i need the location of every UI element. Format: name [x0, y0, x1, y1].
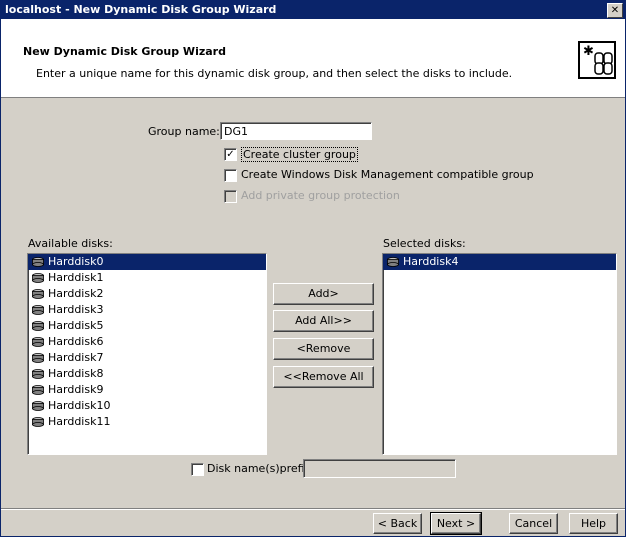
- next-button[interactable]: Next >: [430, 512, 482, 535]
- list-item[interactable]: Harddisk3: [28, 302, 266, 318]
- footer-separator: [1, 508, 625, 510]
- hard-disk-icon: [32, 305, 44, 315]
- wizard-window: localhost - New Dynamic Disk Group Wizar…: [0, 0, 626, 537]
- list-item[interactable]: Harddisk11: [28, 414, 266, 430]
- prefix-label: Disk name(s)prefix:: [207, 462, 315, 475]
- list-item-label: Harddisk1: [48, 271, 104, 284]
- list-item-label: Harddisk6: [48, 335, 104, 348]
- list-item[interactable]: Harddisk1: [28, 270, 266, 286]
- group-name-input[interactable]: DG1: [220, 122, 372, 140]
- available-disks-list[interactable]: Harddisk0 Harddisk1 Harddisk2 Harddisk3 Hard…: [27, 253, 267, 455]
- hard-disk-icon: [32, 257, 44, 267]
- hard-disk-icon: [32, 273, 44, 283]
- header-subtitle: Enter a unique name for this dynamic dis…: [36, 67, 513, 80]
- disk-group-wizard-icon: ✱: [578, 41, 616, 79]
- hard-disk-icon: [32, 401, 44, 411]
- hard-disk-icon: [32, 417, 44, 427]
- list-item[interactable]: Harddisk8: [28, 366, 266, 382]
- list-item[interactable]: Harddisk10: [28, 398, 266, 414]
- window-title: localhost - New Dynamic Disk Group Wizar…: [5, 3, 277, 16]
- selected-disks-list[interactable]: Harddisk4: [382, 253, 617, 455]
- list-item-label: Harddisk5: [48, 319, 104, 332]
- hard-disk-icon: [32, 337, 44, 347]
- create-cluster-group-checkbox[interactable]: ✓: [224, 148, 237, 161]
- list-item-label: Harddisk7: [48, 351, 104, 364]
- hard-disk-icon: [32, 321, 44, 331]
- windows-compatible-label[interactable]: Create Windows Disk Management compatibl…: [241, 168, 534, 181]
- prefix-input[interactable]: [303, 459, 456, 478]
- prefix-checkbox[interactable]: [191, 463, 204, 476]
- header-title: New Dynamic Disk Group Wizard: [23, 45, 226, 58]
- svg-text:✱: ✱: [583, 44, 594, 59]
- hard-disk-icon: [32, 353, 44, 363]
- windows-compatible-checkbox[interactable]: [224, 169, 237, 182]
- add-all-button[interactable]: Add All>>: [273, 310, 374, 332]
- hard-disk-icon: [387, 257, 399, 267]
- private-protection-label: Add private group protection: [241, 189, 400, 202]
- selected-disks-label: Selected disks:: [383, 237, 466, 250]
- list-item[interactable]: Harddisk4: [383, 254, 616, 270]
- list-item-label: Harddisk9: [48, 383, 104, 396]
- list-item-label: Harddisk2: [48, 287, 104, 300]
- list-item[interactable]: Harddisk5: [28, 318, 266, 334]
- hard-disk-icon: [32, 385, 44, 395]
- add-button[interactable]: Add>: [273, 283, 374, 305]
- hard-disk-icon: [32, 289, 44, 299]
- hard-disk-icon: [32, 369, 44, 379]
- title-bar[interactable]: localhost - New Dynamic Disk Group Wizar…: [1, 1, 625, 19]
- list-item[interactable]: Harddisk9: [28, 382, 266, 398]
- remove-all-button[interactable]: <<Remove All: [273, 366, 374, 388]
- list-item-label: Harddisk10: [48, 399, 111, 412]
- list-item-label: Harddisk11: [48, 415, 111, 428]
- list-item[interactable]: Harddisk0: [28, 254, 266, 270]
- available-disks-label: Available disks:: [28, 237, 113, 250]
- group-name-label: Group name:: [148, 125, 220, 138]
- list-item[interactable]: Harddisk7: [28, 350, 266, 366]
- remove-button[interactable]: <Remove: [273, 338, 374, 360]
- list-item-label: Harddisk0: [48, 255, 104, 268]
- close-icon[interactable]: ✕: [607, 3, 623, 18]
- wizard-header: New Dynamic Disk Group Wizard Enter a un…: [1, 19, 625, 98]
- create-cluster-group-label[interactable]: Create cluster group: [241, 147, 358, 162]
- cancel-button[interactable]: Cancel: [509, 513, 558, 534]
- list-item-label: Harddisk8: [48, 367, 104, 380]
- list-item-label: Harddisk3: [48, 303, 104, 316]
- help-button[interactable]: Help: [569, 513, 618, 534]
- list-item-label: Harddisk4: [403, 255, 459, 268]
- list-item[interactable]: Harddisk2: [28, 286, 266, 302]
- private-protection-checkbox: [224, 190, 237, 203]
- back-button[interactable]: < Back: [373, 513, 422, 534]
- list-item[interactable]: Harddisk6: [28, 334, 266, 350]
